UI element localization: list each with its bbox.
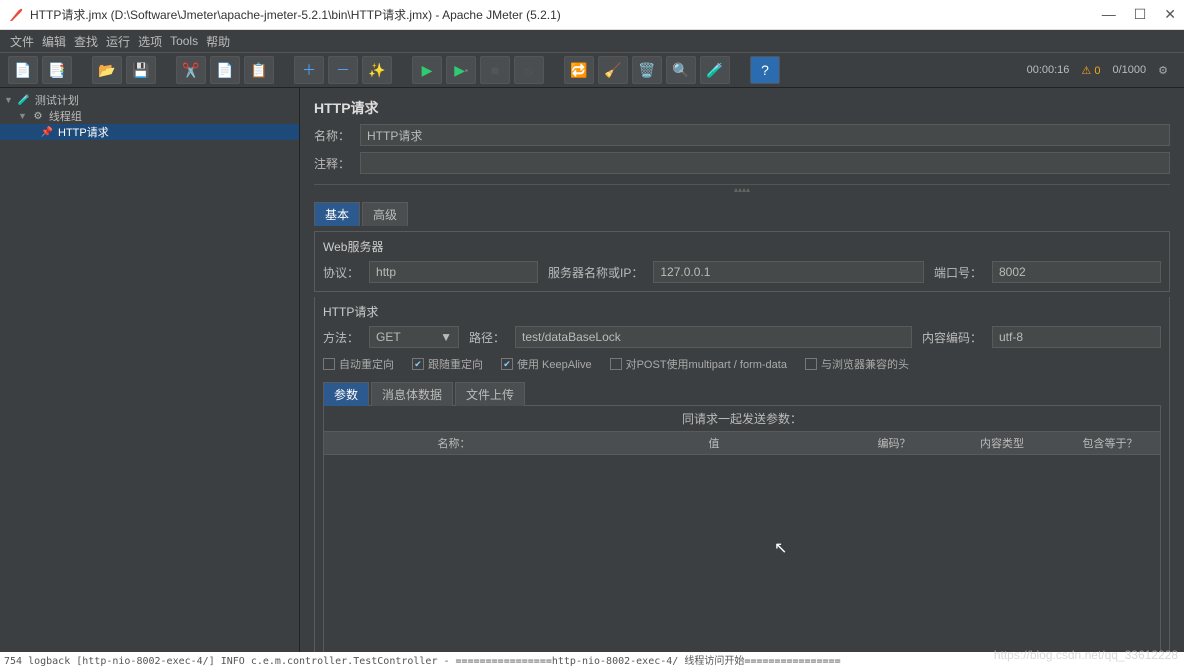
check-auto-redirect[interactable]: 自动重定向 [323,356,394,372]
check-follow-redirect[interactable]: 跟随重定向 [412,356,483,372]
encoding-label: 内容编码： [922,329,982,346]
thread-counter: 0/1000 [1112,64,1146,76]
stop-icon[interactable]: ■ [480,56,510,84]
th-name[interactable]: 名称： [324,432,584,454]
tree-thread-group[interactable]: ▼⚙线程组 [0,108,299,124]
server-label: 服务器名称或IP： [548,264,643,281]
th-value[interactable]: 值 [584,432,844,454]
subtab-file[interactable]: 文件上传 [455,382,525,406]
name-input[interactable] [360,124,1170,146]
clear-all-icon[interactable]: 🗑️ [632,56,662,84]
menu-help[interactable]: 帮助 [206,33,230,50]
method-select[interactable]: GET▼ [369,326,459,348]
encoding-input[interactable] [992,326,1161,348]
shutdown-icon[interactable]: ⦸ [514,56,544,84]
menu-run[interactable]: 运行 [106,33,130,50]
paste-icon[interactable]: 📋 [244,56,274,84]
table-body[interactable] [324,455,1160,652]
web-server-section: Web服务器 协议： 服务器名称或IP： 端口号： [314,231,1170,292]
menu-edit[interactable]: 编辑 [42,33,66,50]
comment-input[interactable] [360,152,1170,174]
menu-file[interactable]: 文件 [10,33,34,50]
path-label: 路径： [469,329,505,346]
copy-icon[interactable]: 📄 [210,56,240,84]
cut-icon[interactable]: ✂️ [176,56,206,84]
tab-basic[interactable]: 基本 [314,202,360,226]
gear-icon[interactable]: ⚙ [1158,64,1168,77]
check-keepalive[interactable]: 使用 KeepAlive [501,356,592,372]
protocol-label: 协议： [323,264,359,281]
timer: 00:00:16 [1027,64,1070,76]
method-label: 方法： [323,329,359,346]
clear-icon[interactable]: 🧹 [598,56,628,84]
protocol-input[interactable] [369,261,538,283]
wand-icon[interactable]: ✨ [362,56,392,84]
check-multipart[interactable]: 对POST使用multipart / form-data [610,356,787,372]
tree-http-request[interactable]: 📌HTTP请求 [0,124,299,140]
menu-tools[interactable]: Tools [170,34,198,48]
toolbar: 📄 📑 📂 💾 ✂️ 📄 📋 ＋ － ✨ ▶ ▶▪ ■ ⦸ 🔁 🧹 🗑️ 🔍 🧪… [0,52,1184,88]
new-icon[interactable]: 📄 [8,56,38,84]
save-icon[interactable]: 💾 [126,56,156,84]
toggle-icon[interactable]: 🔁 [564,56,594,84]
templates-icon[interactable]: 📑 [42,56,72,84]
panel-title: HTTP请求 [314,98,1170,118]
check-browser-header[interactable]: 与浏览器兼容的头 [805,356,909,372]
window-title: HTTP请求.jmx (D:\Software\Jmeter\apache-jm… [30,6,1102,23]
name-label: 名称： [314,127,350,144]
path-input[interactable] [515,326,912,348]
subtab-params[interactable]: 参数 [323,382,369,406]
feather-icon [8,7,24,23]
tab-advanced[interactable]: 高级 [362,202,408,226]
run-no-pause-icon[interactable]: ▶▪ [446,56,476,84]
th-content-type[interactable]: 内容类型 [944,432,1060,454]
maximize-button[interactable]: ☐ [1134,6,1147,23]
params-table: 同请求一起发送参数： 名称： 值 编码？ 内容类型 包含等于？ [323,405,1161,652]
chevron-down-icon: ▼ [440,330,452,344]
http-request-title: HTTP请求 [323,303,1161,320]
subtab-body[interactable]: 消息体数据 [371,382,453,406]
search-icon[interactable]: 🔍 [666,56,696,84]
run-icon[interactable]: ▶ [412,56,442,84]
warning-icon[interactable]: ⚠ 0 [1081,64,1100,77]
table-caption: 同请求一起发送参数： [324,406,1160,432]
minimize-button[interactable]: — [1102,6,1116,23]
function-icon[interactable]: 🧪 [700,56,730,84]
th-equals[interactable]: 包含等于？ [1060,432,1160,454]
tree-test-plan[interactable]: ▼🧪测试计划 [0,92,299,108]
collapse-handle[interactable]: ▴▴▴▴ [314,184,1170,188]
content-panel: HTTP请求 名称： 注释： ▴▴▴▴ 基本 高级 Web服务器 协议： 服务器… [300,88,1184,652]
th-encode[interactable]: 编码？ [844,432,944,454]
close-button[interactable]: ✕ [1164,6,1176,23]
titlebar: HTTP请求.jmx (D:\Software\Jmeter\apache-jm… [0,0,1184,30]
help-icon[interactable]: ? [750,56,780,84]
minus-icon[interactable]: － [328,56,358,84]
table-header: 名称： 值 编码？ 内容类型 包含等于？ [324,432,1160,455]
open-icon[interactable]: 📂 [92,56,122,84]
plus-icon[interactable]: ＋ [294,56,324,84]
server-input[interactable] [653,261,924,283]
menu-options[interactable]: 选项 [138,33,162,50]
menu-search[interactable]: 查找 [74,33,98,50]
web-server-title: Web服务器 [323,238,1161,255]
http-request-section: HTTP请求 方法： GET▼ 路径： 内容编码： 自动重定向 跟随重定向 使用… [314,297,1170,652]
main: ▼🧪测试计划 ▼⚙线程组 📌HTTP请求 HTTP请求 名称： 注释： ▴▴▴▴… [0,88,1184,652]
menubar: 文件 编辑 查找 运行 选项 Tools 帮助 [0,30,1184,52]
watermark: https://blog.csdn.net/qq_33612228 [994,648,1178,662]
tree-panel[interactable]: ▼🧪测试计划 ▼⚙线程组 📌HTTP请求 [0,88,300,652]
port-label: 端口号： [934,264,982,281]
comment-label: 注释： [314,155,350,172]
port-input[interactable] [992,261,1161,283]
